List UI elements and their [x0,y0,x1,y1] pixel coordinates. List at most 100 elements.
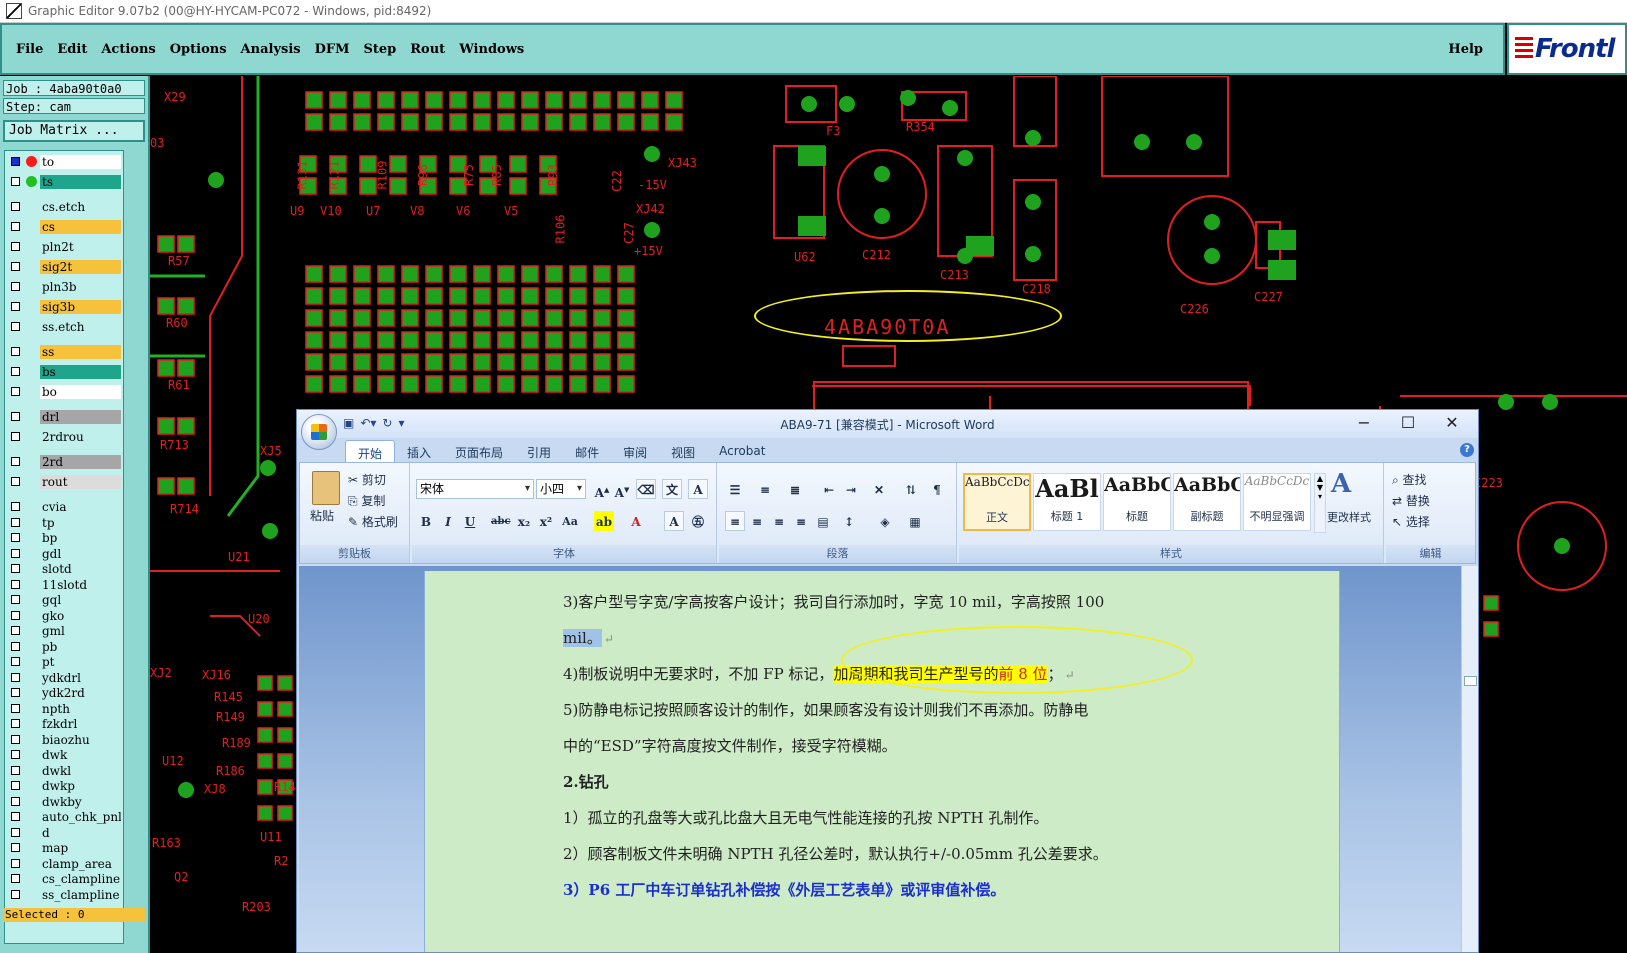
layer-checkbox[interactable] [11,641,20,651]
layer-row[interactable]: bs [7,365,121,379]
layer-name[interactable]: biaozhu [40,732,121,747]
layer-name[interactable]: dwkp [40,779,121,793]
layer-name[interactable]: ss [40,345,121,359]
layer-checkbox[interactable] [11,177,20,186]
layer-name[interactable]: fzkdrl [40,717,121,731]
layer-checkbox[interactable] [11,517,20,527]
clear-format-icon[interactable]: ⌫ [636,479,656,499]
layer-checkbox[interactable] [11,302,20,311]
layer-row[interactable]: map [7,841,121,855]
style-subtle-emphasis[interactable]: AaBbCcDc 不明显强调 [1243,473,1311,531]
layer-checkbox[interactable] [11,703,20,713]
menu-analysis[interactable]: Analysis [241,42,301,57]
style-normal[interactable]: AaBbCcDc 正文 [963,473,1031,531]
style-title[interactable]: AaBbC 标题 [1103,473,1171,531]
layer-checkbox[interactable] [11,672,20,682]
superscript-icon[interactable]: x² [536,511,556,531]
layer-name[interactable]: ss.etch [40,320,121,334]
increase-indent-icon[interactable]: ⇥ [841,479,861,499]
styles-scroll[interactable]: ▲ ▼ ▾ [1314,473,1326,533]
menu-windows[interactable]: Windows [459,42,524,57]
layer-row[interactable]: 2rd [7,455,121,469]
distributed-icon[interactable]: ▤ [813,511,833,531]
layer-affected-dot[interactable] [26,176,37,187]
layer-name[interactable]: 2rd [40,455,121,469]
find-button[interactable]: ⌕ 查找 [1392,471,1427,488]
line-spacing-icon[interactable]: ↕ [839,511,859,531]
layer-row[interactable]: d [7,825,121,840]
layer-checkbox[interactable] [11,626,20,635]
grow-font-icon[interactable]: A▲ [592,479,612,500]
justify-icon[interactable]: ≡ [791,511,811,531]
font-name-combo[interactable]: 宋体 [416,479,534,499]
font-size-combo[interactable]: 小四 [536,479,586,499]
layer-checkbox[interactable] [11,432,20,441]
numbering-icon[interactable]: ≡ [755,479,775,499]
layer-row[interactable]: gml [7,624,121,638]
layer-name[interactable]: ydk2rd [40,686,121,700]
layer-row[interactable]: gko [7,608,121,623]
layer-row[interactable]: fzkdrl [7,717,121,731]
layer-row[interactable]: bp [7,531,121,545]
layer-row[interactable]: npth [7,701,121,716]
style-heading-1[interactable]: AaBl 标题 1 [1033,473,1101,531]
layer-row[interactable]: dwk [7,748,121,762]
align-right-icon[interactable]: ≡ [769,511,789,531]
layer-row[interactable]: dwkp [7,779,121,793]
style-subtitle[interactable]: AaBbC 副标题 [1173,473,1241,531]
layer-row[interactable]: biaozhu [7,732,121,747]
strikethrough-icon[interactable]: abc [490,511,511,531]
shrink-font-icon[interactable]: A▼ [612,479,632,500]
layer-checkbox[interactable] [11,564,20,573]
layer-checkbox[interactable] [11,322,20,331]
help-icon[interactable]: ? [1460,443,1474,457]
layer-row[interactable]: clamp_area [7,856,121,871]
layer-checkbox[interactable] [11,502,20,511]
menu-help[interactable]: Help [1448,42,1483,57]
layer-checkbox[interactable] [11,412,20,421]
layer-checkbox[interactable] [11,157,20,166]
layer-name[interactable]: ss_clampline [40,887,121,902]
layer-checkbox[interactable] [11,477,20,486]
layer-name[interactable]: pt [40,655,121,669]
maximize-icon[interactable]: ☐ [1386,410,1430,436]
layer-row[interactable]: pt [7,655,121,669]
copy-button[interactable]: ⎘ 复制 [348,492,385,509]
document-page[interactable]: 3)客户型号字宽/字高按客户设计；我司自行添加时，字宽 10 mil，字高按照 … [424,571,1340,952]
menu-rout[interactable]: Rout [410,42,445,57]
layer-row[interactable]: pb [7,639,121,654]
layer-row[interactable]: gql [7,593,121,607]
layer-checkbox[interactable] [11,781,20,790]
replace-button[interactable]: ⇄ 替换 [1392,492,1430,509]
cut-button[interactable]: ✂ 剪切 [348,471,386,488]
layer-name[interactable]: ydkdrl [40,670,121,685]
undo-icon[interactable]: ↶▾ [360,416,376,430]
layer-checkbox[interactable] [11,533,20,542]
layer-row[interactable]: sig2t [7,260,121,274]
phonetic-icon[interactable]: 文 [662,479,682,499]
borders-icon[interactable]: ▦ [905,511,925,531]
layer-checkbox[interactable] [11,595,20,604]
bold-icon[interactable]: B [416,511,436,531]
layer-row[interactable]: cs_clampline [7,872,121,886]
layer-checkbox[interactable] [11,750,20,759]
layer-row[interactable]: tp [7,515,121,530]
layer-name[interactable]: pln2t [40,240,121,254]
minimize-icon[interactable]: − [1342,410,1386,436]
layer-row[interactable]: to [7,155,121,169]
menu-step[interactable]: Step [363,42,396,57]
paste-button[interactable]: 粘贴 [310,507,334,524]
redo-icon[interactable]: ↻ [382,416,392,430]
layer-checkbox[interactable] [11,843,20,852]
menu-file[interactable]: File [16,42,43,57]
menu-edit[interactable]: Edit [57,42,87,57]
layer-name[interactable]: 11slotd [40,577,121,592]
layer-name[interactable]: map [40,841,121,855]
layer-name[interactable]: slotd [40,562,121,576]
shading-icon[interactable]: ◈ [875,511,895,531]
qat-customize-icon[interactable]: ▾ [398,416,404,430]
job-matrix-button[interactable]: Job Matrix ... [3,120,145,142]
select-button[interactable]: ↖ 选择 [1392,513,1430,530]
layer-name[interactable]: pb [40,639,121,654]
layer-row[interactable]: dwkby [7,794,121,809]
